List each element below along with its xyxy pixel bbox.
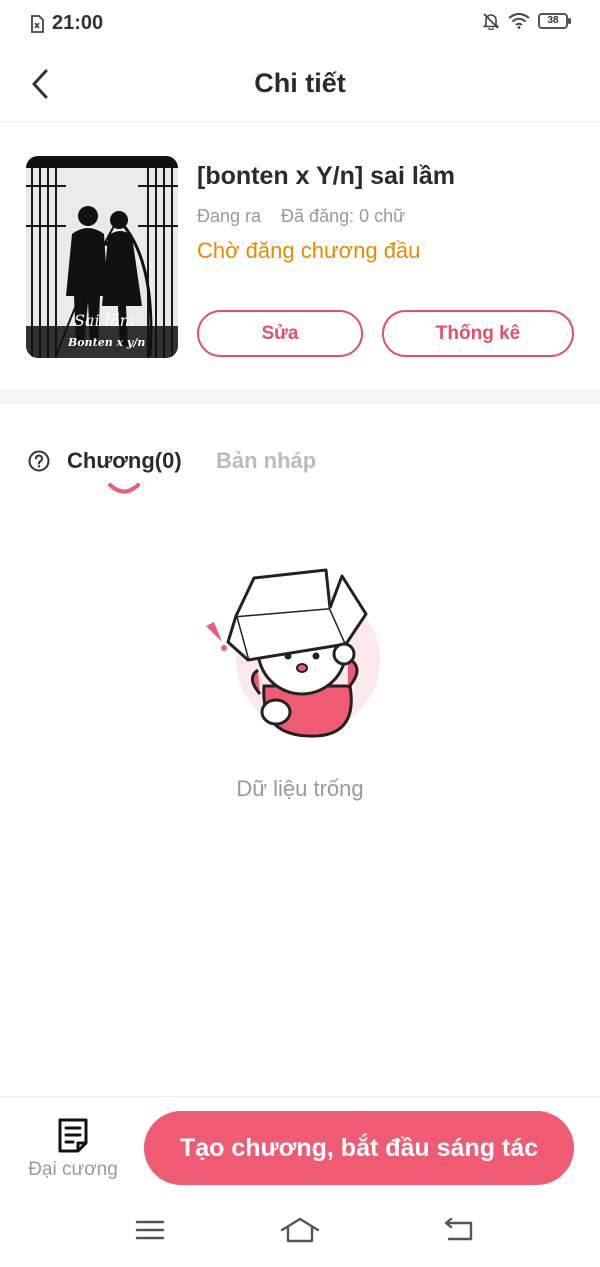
nav-home-button[interactable]: [280, 1214, 320, 1246]
question-circle-icon[interactable]: [28, 450, 50, 472]
empty-state-text: Dữ liệu trống: [236, 776, 364, 801]
status-left: 21:00: [30, 12, 103, 35]
book-meta: Đang ra Đã đăng: 0 chữ: [197, 206, 405, 227]
book-card: Sai lầm Bonten x y/n [bonten x Y/n] sai …: [0, 122, 600, 390]
bottom-action-bar: Đại cương Tạo chương, bắt đầu sáng tác: [0, 1096, 600, 1198]
status-bar: 21:00 38: [0, 0, 600, 48]
empty-box-illustration: [206, 568, 380, 738]
stats-button[interactable]: Thống kê: [382, 310, 574, 357]
nav-menu-button[interactable]: [130, 1214, 170, 1246]
tab-active-indicator: [108, 483, 140, 494]
book-cover[interactable]: Sai lầm Bonten x y/n: [26, 156, 178, 358]
edit-button[interactable]: Sửa: [197, 310, 363, 357]
back-arrow-icon: [444, 1218, 473, 1241]
tab-chapters[interactable]: Chương(0): [67, 448, 182, 474]
status-time: 21:00: [52, 12, 104, 34]
battery-icon: 38: [538, 13, 571, 29]
cover-image: Sai lầm Bonten x y/n: [26, 156, 178, 358]
section-divider: [0, 390, 600, 404]
battery-level: 38: [547, 15, 559, 26]
cover-title: Sai lầm: [74, 311, 135, 330]
page-title: Chi tiết: [254, 68, 346, 98]
outline-label: Đại cương: [28, 1159, 118, 1180]
pending-notice: Chờ đăng chương đầu: [197, 238, 421, 263]
sim-card-icon: [31, 14, 44, 33]
menu-icon: [135, 1220, 165, 1240]
book-title: [bonten x Y/n] sai lầm: [197, 162, 455, 190]
tabs: Chương(0) Bản nháp: [0, 404, 600, 504]
nav-back-button[interactable]: [438, 1214, 478, 1246]
outline-button[interactable]: Đại cương: [18, 1113, 128, 1185]
cover-subtitle: Bonten x y/n: [67, 336, 145, 349]
bell-off-icon: [482, 13, 500, 30]
book-status: Đang ra: [197, 206, 262, 226]
book-word-count: Đã đăng: 0 chữ: [281, 206, 406, 226]
header: Chi tiết: [0, 48, 600, 122]
status-right: 38: [482, 12, 571, 30]
system-nav-bar: [0, 1198, 600, 1267]
create-chapter-button[interactable]: Tạo chương, bắt đầu sáng tác: [144, 1111, 574, 1185]
wifi-icon: [508, 13, 530, 29]
tab-drafts[interactable]: Bản nháp: [216, 448, 316, 474]
home-icon: [280, 1217, 320, 1243]
outline-document-icon: [58, 1118, 88, 1153]
